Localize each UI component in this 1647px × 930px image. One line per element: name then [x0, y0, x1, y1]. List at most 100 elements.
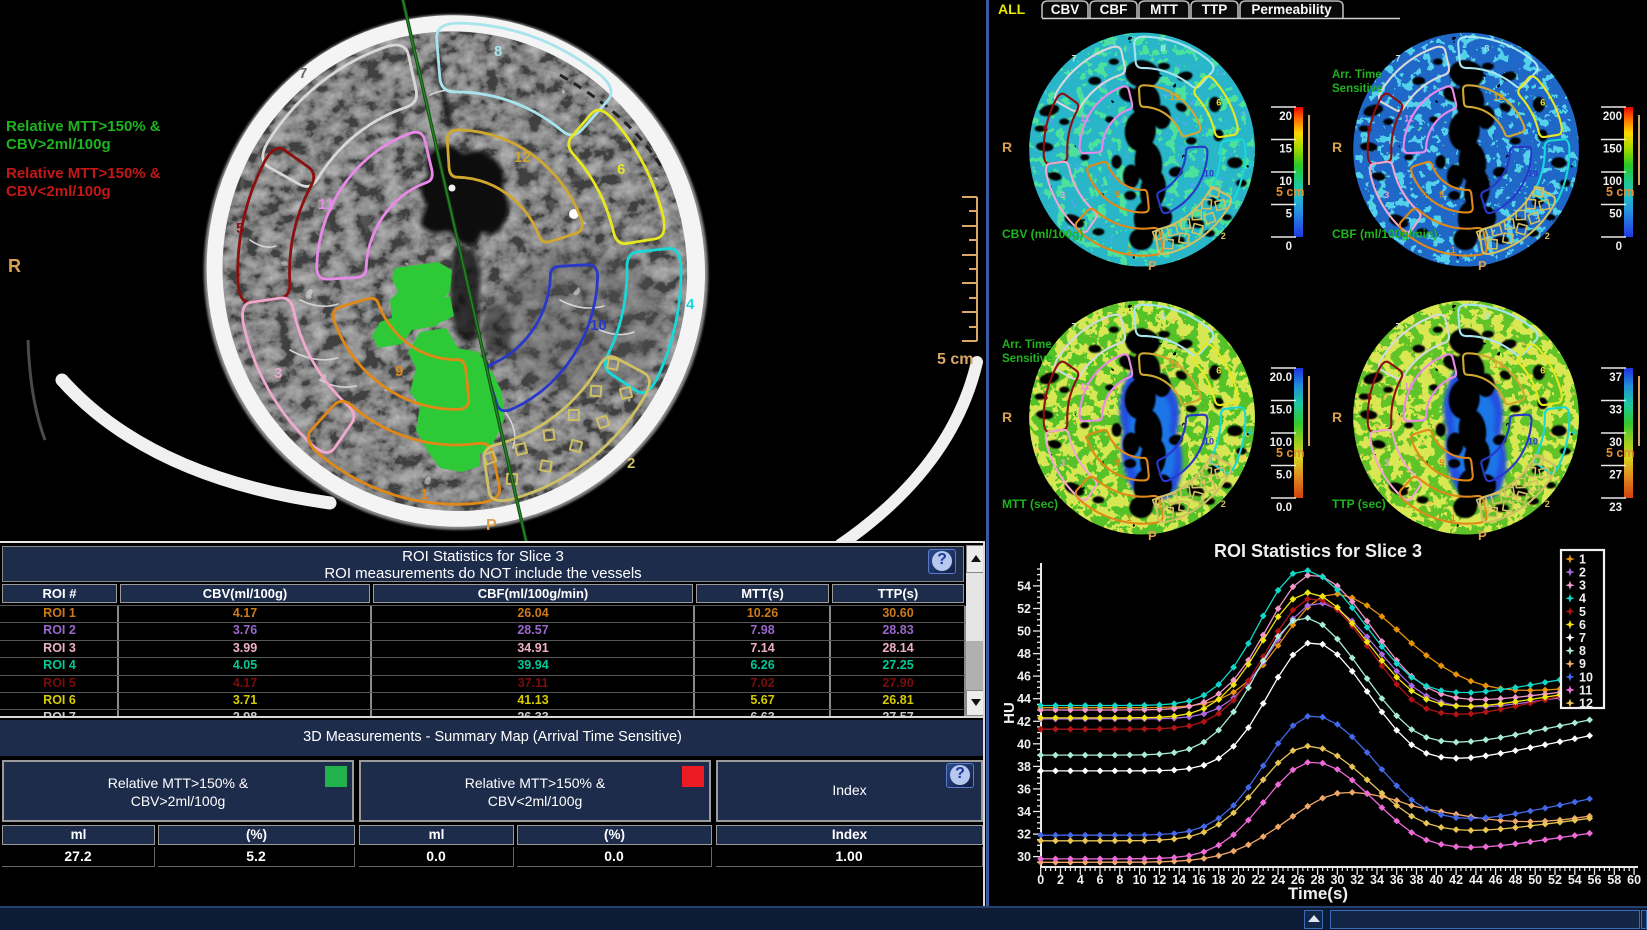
svg-text:3: 3: [1060, 190, 1065, 200]
svg-text:P: P: [486, 517, 497, 534]
svg-text:38: 38: [1410, 873, 1424, 887]
svg-text:2: 2: [627, 455, 635, 472]
svg-text:10: 10: [1528, 168, 1538, 178]
svg-text:0: 0: [1037, 873, 1044, 887]
svg-text:12: 12: [1152, 873, 1166, 887]
svg-text:12: 12: [1493, 360, 1503, 370]
svg-text:2: 2: [1545, 231, 1550, 241]
svg-text:6: 6: [1097, 873, 1104, 887]
svg-text:CBV<2ml/100g: CBV<2ml/100g: [6, 183, 111, 200]
svg-text:12: 12: [514, 149, 531, 166]
svg-text:6: 6: [1540, 97, 1545, 107]
svg-text:Sensitive: Sensitive: [1332, 83, 1383, 95]
svg-text:6: 6: [1216, 365, 1221, 375]
svg-text:0: 0: [1616, 241, 1622, 253]
svg-text:9: 9: [395, 363, 403, 380]
svg-text:23: 23: [1609, 502, 1622, 514]
svg-text:5 cm: 5 cm: [937, 351, 973, 368]
svg-text:5: 5: [1579, 605, 1586, 619]
svg-text:9: 9: [1579, 657, 1586, 671]
svg-text:10: 10: [1204, 168, 1214, 178]
svg-text:8: 8: [1160, 44, 1165, 54]
svg-text:5 cm: 5 cm: [1606, 185, 1635, 199]
svg-text:MTT (sec): MTT (sec): [1002, 497, 1058, 511]
svg-text:R: R: [8, 256, 21, 276]
svg-text:ROI Statistics for Slice 3: ROI Statistics for Slice 3: [1214, 541, 1422, 561]
svg-text:12: 12: [1493, 92, 1503, 102]
svg-text:11: 11: [1080, 113, 1090, 123]
svg-text:R: R: [1332, 409, 1342, 425]
svg-text:MTT: MTT: [1150, 2, 1178, 17]
svg-text:8: 8: [1116, 873, 1123, 887]
svg-text:Sensitive: Sensitive: [1002, 353, 1053, 365]
svg-text:0: 0: [1286, 241, 1292, 253]
svg-text:9: 9: [1439, 457, 1444, 467]
svg-text:Arr. Time: Arr. Time: [1332, 69, 1382, 81]
svg-text:32: 32: [1350, 873, 1364, 887]
svg-text:2: 2: [1221, 499, 1226, 509]
svg-text:30: 30: [1017, 850, 1031, 864]
svg-text:56: 56: [1588, 873, 1602, 887]
svg-text:7: 7: [1579, 631, 1586, 645]
svg-text:CBV: CBV: [1051, 2, 1080, 17]
svg-text:200: 200: [1603, 111, 1622, 123]
svg-text:2: 2: [1545, 499, 1550, 509]
svg-text:Relative MTT>150% &: Relative MTT>150% &: [6, 118, 161, 135]
svg-text:48: 48: [1017, 647, 1031, 661]
svg-text:11: 11: [318, 196, 334, 213]
svg-text:33: 33: [1609, 405, 1622, 417]
svg-text:4: 4: [686, 296, 695, 313]
svg-text:44: 44: [1017, 692, 1031, 706]
svg-text:34: 34: [1017, 805, 1031, 819]
svg-text:8: 8: [494, 43, 502, 60]
svg-text:7: 7: [299, 65, 307, 82]
svg-text:36: 36: [1390, 873, 1404, 887]
svg-text:27: 27: [1609, 470, 1622, 482]
svg-text:3: 3: [1579, 579, 1586, 593]
svg-text:11: 11: [1404, 381, 1414, 391]
svg-text:18: 18: [1212, 873, 1226, 887]
svg-text:16: 16: [1192, 873, 1206, 887]
svg-text:24: 24: [1271, 873, 1285, 887]
svg-text:50: 50: [1528, 873, 1542, 887]
svg-text:10: 10: [1528, 436, 1538, 446]
svg-text:6: 6: [1579, 618, 1586, 632]
svg-text:1: 1: [1451, 245, 1456, 255]
svg-text:12: 12: [1169, 92, 1179, 102]
svg-text:TTP: TTP: [1202, 2, 1228, 17]
svg-text:1: 1: [1127, 245, 1132, 255]
svg-text:50: 50: [1609, 209, 1622, 221]
svg-text:5: 5: [1286, 209, 1293, 221]
svg-text:P: P: [1478, 258, 1487, 273]
svg-text:P: P: [1148, 258, 1157, 273]
svg-text:15: 15: [1279, 144, 1292, 156]
svg-text:2: 2: [1579, 566, 1586, 580]
svg-text:34: 34: [1370, 873, 1384, 887]
svg-text:5: 5: [236, 220, 244, 237]
svg-text:CBV (ml/100g): CBV (ml/100g): [1002, 227, 1083, 241]
svg-text:8: 8: [1579, 644, 1586, 658]
svg-text:52: 52: [1548, 873, 1562, 887]
svg-text:Time(s): Time(s): [1288, 884, 1348, 903]
svg-text:40: 40: [1429, 873, 1443, 887]
svg-text:54: 54: [1568, 873, 1582, 887]
svg-text:150: 150: [1603, 144, 1622, 156]
svg-text:R: R: [1002, 409, 1012, 425]
svg-text:5: 5: [1043, 124, 1048, 134]
svg-text:12: 12: [1169, 360, 1179, 370]
svg-text:1: 1: [420, 486, 428, 503]
svg-text:58: 58: [1607, 873, 1621, 887]
svg-text:3: 3: [274, 365, 282, 382]
svg-text:Arr. Time: Arr. Time: [1002, 339, 1052, 351]
svg-text:10: 10: [1579, 670, 1593, 684]
svg-text:4: 4: [1579, 592, 1586, 606]
svg-text:7: 7: [1072, 322, 1077, 332]
svg-text:14: 14: [1172, 873, 1186, 887]
svg-text:HU: HU: [1001, 702, 1018, 724]
svg-text:42: 42: [1449, 873, 1463, 887]
svg-text:42: 42: [1017, 715, 1031, 729]
svg-text:2: 2: [1221, 231, 1226, 241]
svg-text:8: 8: [1160, 312, 1165, 322]
svg-text:6: 6: [1540, 365, 1545, 375]
svg-text:60: 60: [1627, 873, 1641, 887]
